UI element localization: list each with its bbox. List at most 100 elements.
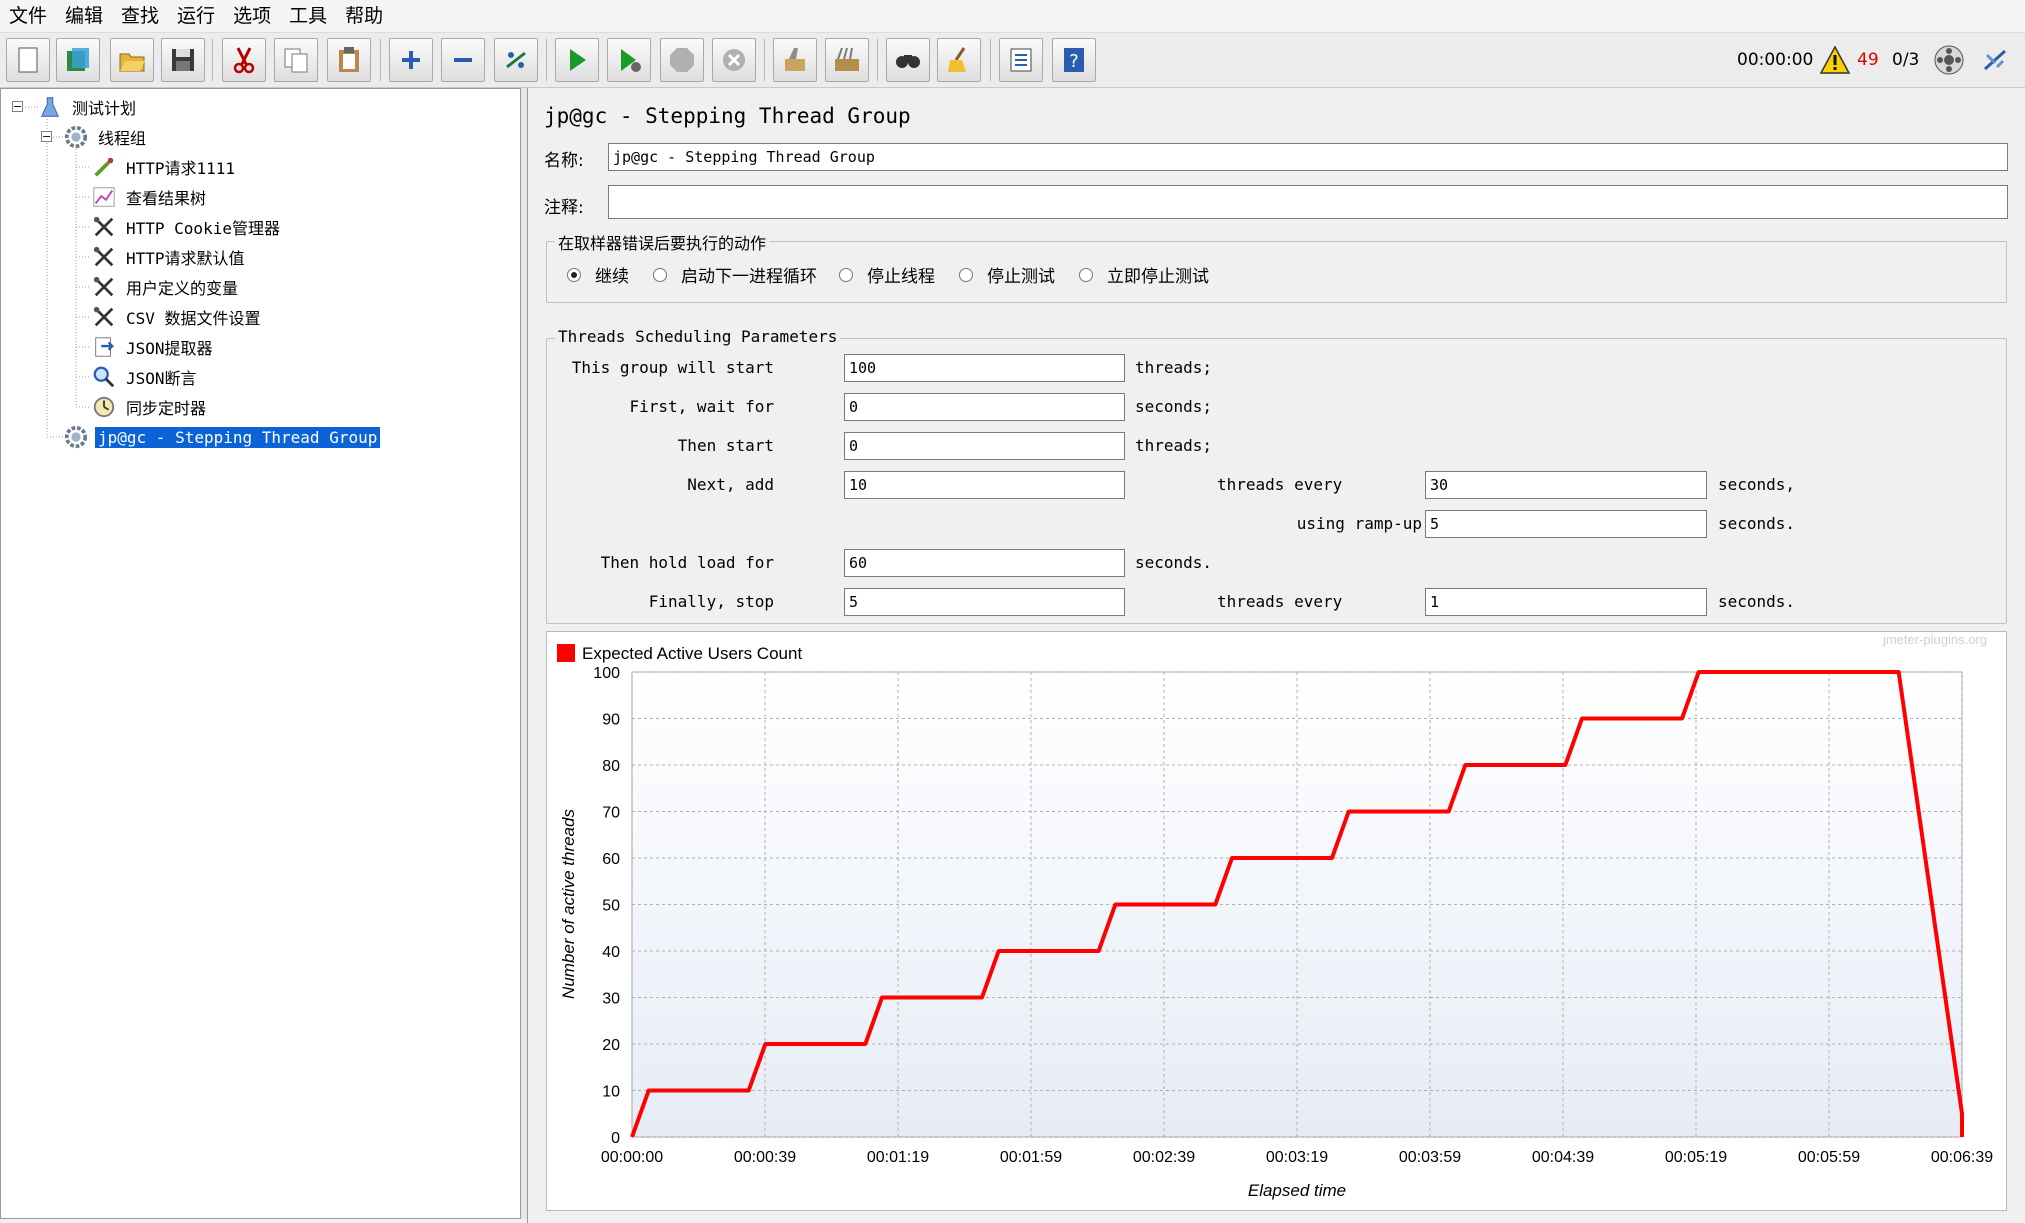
element-editor: jp@gc - Stepping Thread Group 名称: jp@gc … <box>527 88 2025 1223</box>
log-viewer-icon[interactable] <box>1979 45 2011 77</box>
reset-search-button[interactable] <box>937 38 981 82</box>
menu-edit[interactable]: 编辑 <box>56 1 112 31</box>
chart-canvas: 0 10 20 30 40 50 60 70 80 90 100 00:00:00 00:00:39 00… <box>557 632 1993 1200</box>
rampup-field[interactable]: 5 <box>1425 510 1707 538</box>
final-stop-label: Finally, stop <box>648 592 774 611</box>
toggle-button[interactable] <box>494 38 538 82</box>
tree-item-json-extractor[interactable]: JSON提取器 <box>91 333 216 361</box>
tree-item-csv-data-set[interactable]: CSV 数据文件设置 <box>91 303 264 331</box>
radio-button[interactable] <box>567 267 581 282</box>
menu-run[interactable]: 运行 <box>168 1 224 31</box>
tree-item-user-variables[interactable]: 用户定义的变量 <box>91 273 241 301</box>
stop-button[interactable] <box>660 38 704 82</box>
stop-icon <box>670 48 694 72</box>
next-add-field[interactable]: 10 <box>844 471 1125 499</box>
start-threads-field[interactable]: 100 <box>844 354 1125 382</box>
elapsed-time: 00:00:00 <box>1737 50 1814 70</box>
initial-delay-field[interactable]: 0 <box>844 393 1125 421</box>
next-add-label: Next, add <box>687 475 774 494</box>
svg-text:?: ? <box>1069 51 1079 72</box>
expected-users-chart: 0 10 20 30 40 50 60 70 80 90 100 00:00:00 00:00:39 00… <box>546 631 2007 1211</box>
tree-item-thread-group[interactable]: 线程组 <box>63 123 149 151</box>
menu-help[interactable]: 帮助 <box>336 1 392 31</box>
menu-options[interactable]: 选项 <box>224 1 280 31</box>
watermark: jmeter-plugins.org <box>1882 632 1987 647</box>
remote-engines-icon[interactable] <box>1933 44 1965 76</box>
save-button[interactable] <box>161 38 205 82</box>
start-button[interactable] <box>555 38 599 82</box>
radio-button[interactable] <box>839 267 853 282</box>
tree-expander-root[interactable]: − <box>12 101 23 112</box>
tree-item-http-defaults[interactable]: HTTP请求默认值 <box>91 243 248 271</box>
radio-continue[interactable]: 继续 <box>567 262 629 287</box>
templates-icon <box>67 48 89 71</box>
copy-button[interactable] <box>274 38 318 82</box>
active-threads: 0/3 <box>1892 50 1920 70</box>
expand-button[interactable] <box>389 38 433 82</box>
y-tick-label: 30 <box>602 991 620 1008</box>
legend-swatch <box>557 644 575 662</box>
clock-icon <box>91 394 117 420</box>
then-start-label: Then start <box>677 436 774 455</box>
open-icon <box>119 53 145 72</box>
gear-icon <box>63 424 89 450</box>
tree-item-stepping-thread-group[interactable]: jp@gc - Stepping Thread Group <box>63 423 382 451</box>
function-helper-button[interactable] <box>999 38 1043 82</box>
x-tick-label: 00:00:39 <box>734 1149 796 1166</box>
threads-every-label: threads every <box>1217 592 1343 611</box>
tree-item-label: 同步定时器 <box>126 399 207 418</box>
then-start-field[interactable]: 0 <box>844 432 1125 460</box>
comment-field[interactable] <box>608 185 2008 219</box>
warning-icon[interactable] <box>1819 45 1851 75</box>
threads-unit: threads; <box>1135 358 1213 377</box>
shutdown-button[interactable] <box>712 38 756 82</box>
stop-interval-field[interactable]: 1 <box>1425 588 1707 616</box>
radio-stop-thread[interactable]: 停止线程 <box>839 262 935 287</box>
x-tick-label: 00:05:19 <box>1665 1149 1727 1166</box>
radio-stop-test[interactable]: 停止测试 <box>959 262 1055 287</box>
hold-load-field[interactable]: 60 <box>844 549 1125 577</box>
menu-search[interactable]: 查找 <box>112 1 168 31</box>
radio-button[interactable] <box>959 267 973 282</box>
search-icon <box>896 55 920 68</box>
templates-button[interactable] <box>56 38 100 82</box>
tree-expander-thread-group[interactable]: − <box>41 131 52 142</box>
x-tick-label: 00:01:59 <box>1000 1149 1062 1166</box>
tree-item-json-assertion[interactable]: JSON断言 <box>91 363 200 391</box>
radio-stop-test-now[interactable]: 立即停止测试 <box>1079 262 1209 287</box>
new-button[interactable] <box>6 38 50 82</box>
menu-file[interactable]: 文件 <box>0 1 56 31</box>
radio-button[interactable] <box>1079 267 1093 282</box>
name-field[interactable]: jp@gc - Stepping Thread Group <box>608 143 2008 171</box>
increment-interval-field[interactable]: 30 <box>1425 471 1707 499</box>
tree-item-label: JSON断言 <box>126 369 197 388</box>
tree-item-results-tree[interactable]: 查看结果树 <box>91 183 209 211</box>
tree-item-http-request[interactable]: HTTP请求1111 <box>91 153 238 181</box>
help-button[interactable]: ? <box>1052 38 1096 82</box>
clear-all-button[interactable] <box>825 38 869 82</box>
start-no-pause-button[interactable] <box>607 38 651 82</box>
open-button[interactable] <box>110 38 154 82</box>
tree-item-test-plan[interactable]: 测试计划 <box>37 93 139 121</box>
tree-item-label: HTTP Cookie管理器 <box>126 219 280 238</box>
comment-label: 注释: <box>544 198 584 218</box>
scheduling-params-title: Threads Scheduling Parameters <box>555 327 841 346</box>
search-button[interactable] <box>886 38 930 82</box>
y-tick-label: 20 <box>602 1037 620 1054</box>
cut-button[interactable] <box>222 38 266 82</box>
menu-tools[interactable]: 工具 <box>280 1 336 31</box>
clear-button[interactable] <box>773 38 817 82</box>
radio-button[interactable] <box>653 267 667 282</box>
x-axis-label: Elapsed time <box>1248 1181 1346 1200</box>
pipette-icon <box>91 154 117 180</box>
radio-start-next-loop[interactable]: 启动下一进程循环 <box>653 262 817 287</box>
tree-item-cookie-manager[interactable]: HTTP Cookie管理器 <box>91 213 283 241</box>
paste-button[interactable] <box>327 38 371 82</box>
tree-item-sync-timer[interactable]: 同步定时器 <box>91 393 209 421</box>
collapse-button[interactable] <box>441 38 485 82</box>
y-tick-label: 80 <box>602 758 620 775</box>
tree-item-label: JSON提取器 <box>126 339 213 358</box>
test-plan-tree: − − 测试计划 线程组 HTTP请求1111 查看结果树 HTTP Cooki… <box>0 88 521 1219</box>
shutdown-icon <box>723 49 745 71</box>
final-stop-field[interactable]: 5 <box>844 588 1125 616</box>
